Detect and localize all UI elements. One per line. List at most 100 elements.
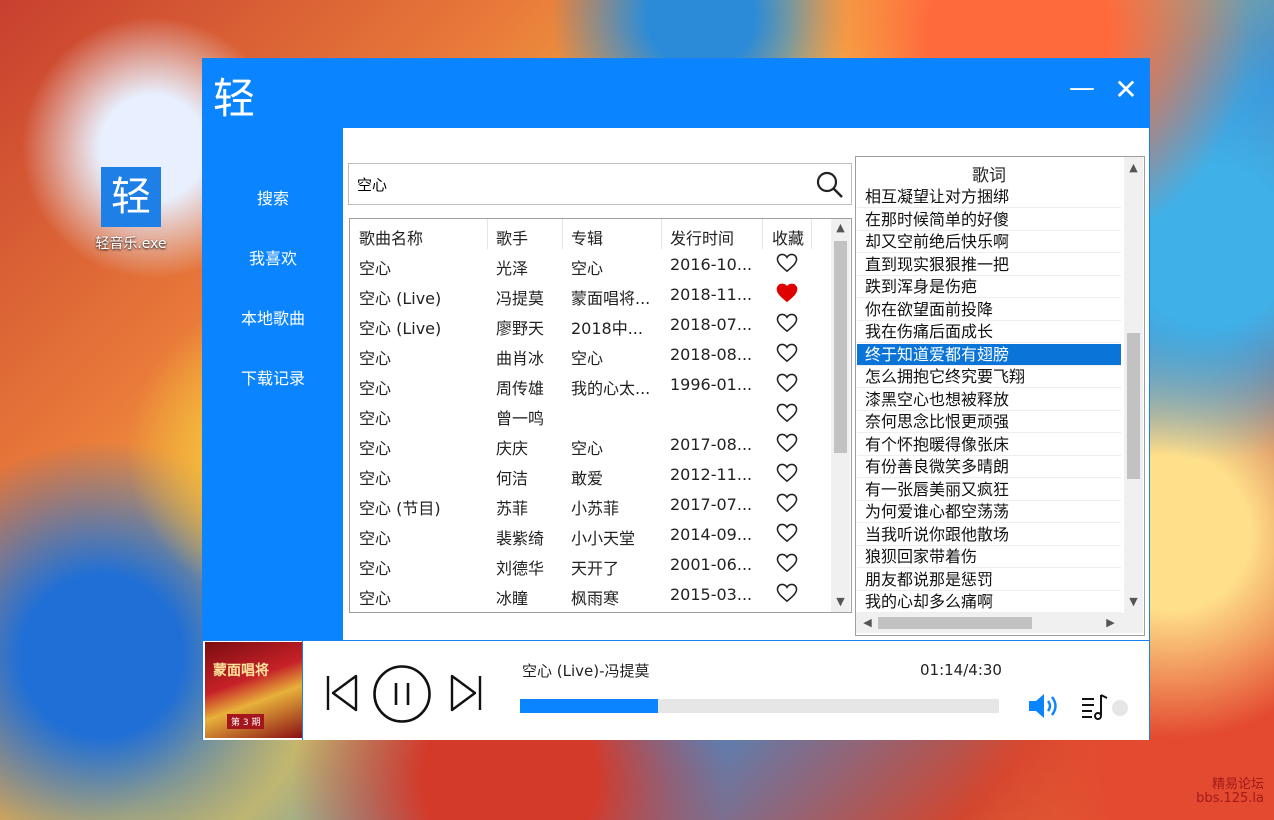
heart-outline-icon[interactable] (776, 343, 798, 363)
heart-outline-icon[interactable] (776, 493, 798, 513)
app-title: 轻 (213, 74, 256, 123)
cell-name: 空心 (359, 409, 392, 428)
sidebar-item-favorites[interactable]: 我喜欢 (203, 245, 343, 269)
desktop-icon-label: 轻音乐.exe (95, 236, 167, 252)
forum-watermark: 精易论坛 bbs.125.la (1196, 778, 1264, 806)
lyric-line: 漆黑空心也想被释放 (857, 389, 1121, 411)
lyrics-scrollbar-thumb[interactable] (1127, 333, 1140, 479)
lyrics-panel: 歌词 相互凝望让对方捆绑 在那时候简单的好傻 却又空前绝后快乐啊 直到现实狠狠推一把跌… (855, 156, 1145, 636)
progress-bar[interactable] (520, 699, 999, 713)
heart-outline-icon[interactable] (776, 553, 798, 573)
cell-artist: 曾一鸣 (496, 409, 545, 428)
lyric-line: 朋友都说那是惩罚 (857, 569, 1121, 591)
column-divider (762, 219, 763, 249)
cell-album: 小苏菲 (571, 499, 620, 518)
cell-date: 2012-11... (670, 465, 753, 484)
volume-icon[interactable] (1027, 691, 1061, 721)
table-row[interactable]: 空心 (Live) 冯提莫 蒙面唱将... 2018-11... (350, 279, 830, 309)
lyric-line: 为何爱谁心都空荡荡 (857, 501, 1121, 523)
music-app-window: 轻 — ✕ 搜索 我喜欢 本地歌曲 下载记录 歌曲名称 歌手 专辑 发行时间 收… (203, 59, 1149, 740)
cell-album: 天开了 (571, 559, 620, 578)
table-row[interactable]: 空心 刘德华 天开了 2001-06... (350, 549, 830, 579)
album-cover[interactable]: 蒙面唱将 第 3 期 (205, 642, 302, 738)
cell-name: 空心 (359, 259, 392, 278)
table-row[interactable]: 空心 庆庆 空心 2017-08... (350, 429, 830, 459)
heart-outline-icon[interactable] (776, 253, 798, 273)
playback-time: 01:14/4:30 (920, 661, 1002, 679)
heart-outline-icon[interactable] (776, 523, 798, 543)
column-divider (487, 219, 488, 249)
table-row[interactable]: 空心 光泽 空心 2016-10... (350, 249, 830, 279)
header-album[interactable]: 专辑 (571, 225, 603, 249)
sidebar-item-local-songs[interactable]: 本地歌曲 (203, 305, 343, 329)
close-button[interactable]: ✕ (1111, 73, 1141, 106)
search-bar (348, 163, 852, 205)
table-row[interactable]: 空心 曲肖冰 空心 2018-08... (350, 339, 830, 369)
table-row[interactable]: 空心 (Live) 廖野天 2018中... 2018-07... (350, 309, 830, 339)
lyrics-scrollbar[interactable]: ▲ ▼ (1124, 157, 1143, 613)
heart-outline-icon[interactable] (776, 373, 798, 393)
cell-date: 2016-10... (670, 255, 753, 274)
watermark-url: bbs.125.la (1196, 791, 1264, 806)
search-input[interactable] (355, 172, 809, 196)
cell-date: 2017-08... (670, 435, 753, 454)
scroll-down-icon[interactable]: ▼ (831, 595, 850, 608)
table-row[interactable]: 空心 裴紫绮 小小天堂 2014-09... (350, 519, 830, 549)
scroll-right-icon[interactable]: ▶ (1101, 616, 1120, 629)
search-icon[interactable] (815, 170, 845, 200)
mode-toggle[interactable] (1112, 700, 1128, 716)
cell-album: 敢爱 (571, 469, 604, 488)
lyrics-hscrollbar-thumb[interactable] (878, 617, 1032, 629)
cell-date: 2001-06... (670, 555, 753, 574)
scroll-left-icon[interactable]: ◀ (858, 616, 877, 629)
pause-icon[interactable] (372, 664, 432, 724)
table-scrollbar-thumb[interactable] (834, 241, 847, 453)
cell-name: 空心 (359, 349, 392, 368)
cell-name: 空心 (359, 529, 392, 548)
cell-artist: 裴紫绮 (496, 529, 545, 548)
lyric-line: 却又空前绝后快乐啊 (857, 231, 1121, 253)
scroll-up-icon[interactable]: ▲ (831, 221, 850, 234)
cell-artist: 何洁 (496, 469, 529, 488)
table-scrollbar[interactable]: ▲ ▼ (831, 219, 850, 612)
cell-name: 空心 (节目) (359, 499, 441, 518)
cell-artist: 冰瞳 (496, 589, 529, 608)
table-row[interactable]: 空心 冰瞳 枫雨寒 2015-03... (350, 579, 830, 609)
header-favorite[interactable]: 收藏 (772, 225, 804, 249)
cell-artist: 光泽 (496, 259, 529, 278)
heart-outline-icon[interactable] (776, 463, 798, 483)
table-row[interactable]: 空心 曾一鸣 (350, 399, 830, 429)
lyric-line: 狼狈回家带着伤 (857, 546, 1121, 568)
cell-artist: 廖野天 (496, 319, 545, 338)
lyrics-horizontal-scrollbar[interactable]: ◀ ▶ (856, 613, 1124, 633)
sidebar-item-downloads[interactable]: 下载记录 (203, 365, 343, 389)
lyric-line: 跌到浑身是伤疤 (857, 276, 1121, 298)
heart-outline-icon[interactable] (776, 313, 798, 333)
heart-outline-icon[interactable] (776, 403, 798, 423)
cell-artist: 刘德华 (496, 559, 545, 578)
desktop-app-shortcut[interactable]: 轻 轻音乐.exe (88, 167, 174, 253)
title-bar: 轻 — ✕ (203, 59, 1149, 128)
scroll-down-icon[interactable]: ▼ (1124, 595, 1143, 608)
header-artist[interactable]: 歌手 (496, 225, 528, 249)
progress-fill (520, 699, 658, 713)
sidebar-item-search[interactable]: 搜索 (203, 185, 343, 209)
header-song-name[interactable]: 歌曲名称 (359, 225, 423, 249)
lyric-line: 奈何思念比恨更顽强 (857, 411, 1121, 433)
heart-filled-icon[interactable] (776, 283, 798, 303)
cell-date: 2018-07... (670, 315, 753, 334)
heart-outline-icon[interactable] (776, 583, 798, 603)
playlist-icon[interactable] (1081, 691, 1109, 721)
scroll-up-icon[interactable]: ▲ (1124, 161, 1143, 174)
cell-date: 2017-07... (670, 495, 753, 514)
previous-icon[interactable] (323, 673, 359, 713)
table-row[interactable]: 空心 周传雄 我的心太... 1996-01... (350, 369, 830, 399)
next-icon[interactable] (449, 673, 485, 713)
heart-outline-icon[interactable] (776, 433, 798, 453)
table-row[interactable]: 空心 (节目) 苏菲 小苏菲 2017-07... (350, 489, 830, 519)
minimize-button[interactable]: — (1067, 73, 1097, 103)
cell-artist: 庆庆 (496, 439, 529, 458)
cell-name: 空心 (359, 439, 392, 458)
table-row[interactable]: 空心 何洁 敢爱 2012-11... (350, 459, 830, 489)
header-release-date[interactable]: 发行时间 (670, 225, 734, 249)
